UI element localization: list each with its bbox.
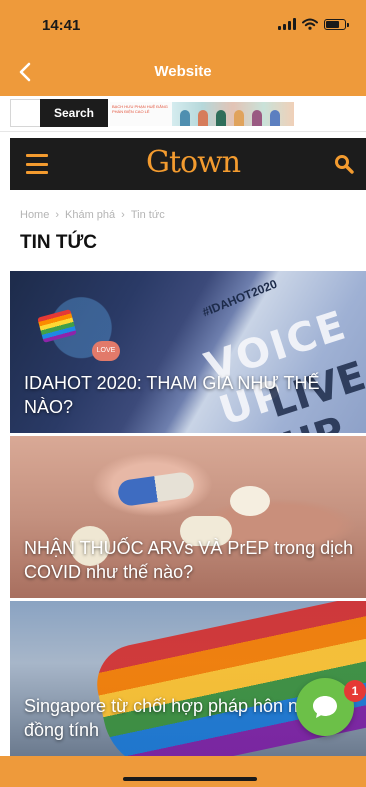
status-icons <box>278 18 349 30</box>
page-title: TIN TỨC <box>20 232 97 253</box>
breadcrumb-separator: › <box>55 209 60 221</box>
status-bar: 14:41 <box>0 0 366 48</box>
ad-search-button[interactable]: Search <box>40 99 108 127</box>
ad-banner-image <box>172 102 294 126</box>
rainbow-flag-graphic <box>37 309 77 343</box>
signal-icon <box>278 18 296 30</box>
article-title[interactable]: NHẬN THUỐC ARVs VÀ PrEP trong dịch COVID… <box>24 536 356 584</box>
breadcrumb-tin-tuc: Tin tức <box>130 209 165 221</box>
article-card-arv-prep[interactable]: NHẬN THUỐC ARVs VÀ PrEP trong dịch COVID… <box>10 436 366 598</box>
ad-banner-text: BẠCH HƯU PHẠN HUỆ ĐĂNG PHÁN ĐIỆN CAO LÊ <box>110 102 172 126</box>
article-title[interactable]: IDAHOT 2020: THAM GIA NHƯ THẾ NÀO? <box>24 371 356 419</box>
hamburger-icon[interactable] <box>26 154 48 174</box>
wifi-icon <box>302 18 318 30</box>
breadcrumb-kham-pha[interactable]: Khám phá <box>65 209 115 221</box>
breadcrumb-separator: › <box>121 209 125 221</box>
ad-banner[interactable]: BẠCH HƯU PHẠN HUỆ ĐĂNG PHÁN ĐIỆN CAO LÊ <box>110 102 294 126</box>
status-time: 14:41 <box>42 17 81 34</box>
article-card-idahot[interactable]: LOVE #IDAHOT2020 VOICE UP LIVE UP IDAHOT… <box>10 271 366 433</box>
search-icon[interactable] <box>334 154 354 174</box>
site-logo[interactable]: Gtown <box>146 143 241 183</box>
home-indicator[interactable] <box>123 777 257 781</box>
site-header: Gtown <box>10 138 366 190</box>
love-badge: LOVE <box>92 341 120 361</box>
nav-bar: Website <box>0 48 366 96</box>
ad-strip: Search BẠCH HƯU PHẠN HUỆ ĐĂNG PHÁN ĐIỆN … <box>0 96 366 132</box>
nav-title: Website <box>154 63 212 80</box>
breadcrumb-home[interactable]: Home <box>20 209 49 221</box>
chat-notification-badge: 1 <box>344 680 366 702</box>
breadcrumb: Home › Khám phá › Tin tức <box>20 209 165 221</box>
battery-icon <box>324 18 349 30</box>
bottom-bar <box>0 756 366 787</box>
hashtag-stamp: #IDAHOT2020 <box>200 276 280 320</box>
ad-search-input[interactable] <box>10 99 40 127</box>
chat-bubble-icon <box>313 696 337 718</box>
